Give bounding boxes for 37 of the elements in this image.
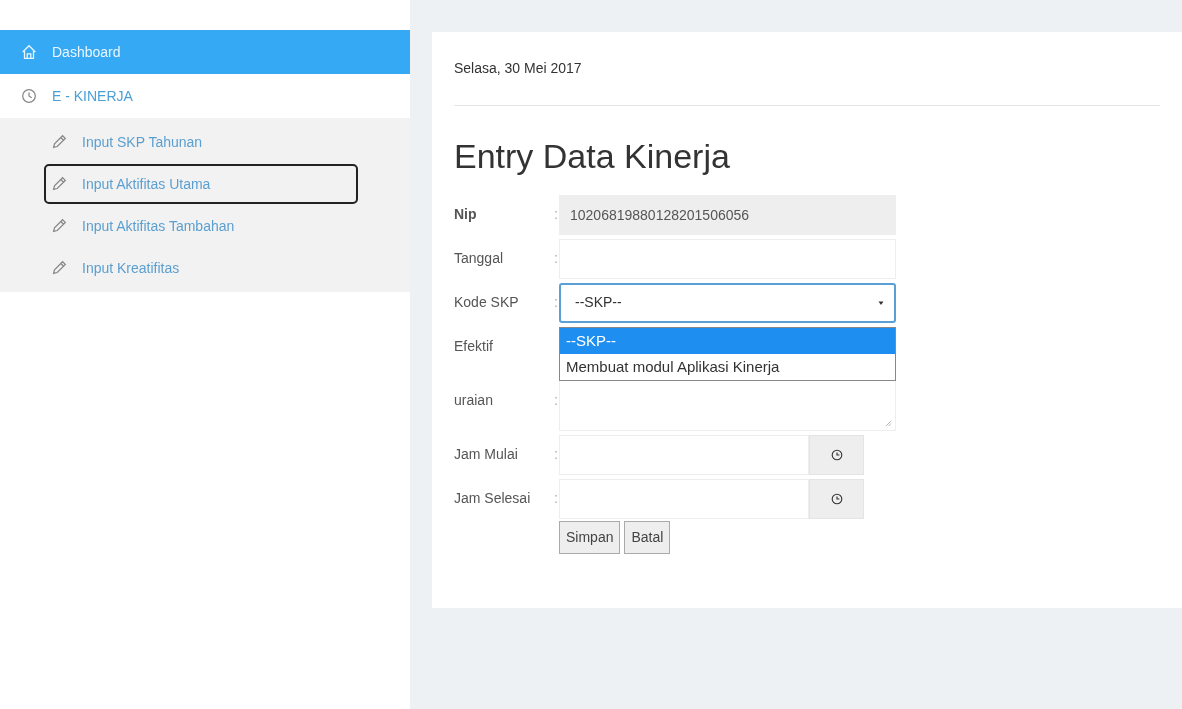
pencil-icon bbox=[50, 175, 68, 193]
date-text: Selasa, 30 Mei 2017 bbox=[454, 60, 582, 76]
field-label: Efektif bbox=[454, 337, 494, 357]
time-field[interactable] bbox=[559, 434, 809, 475]
colon: : bbox=[554, 445, 559, 465]
sidebar-item[interactable]: Dashboard bbox=[0, 30, 410, 74]
dropdown-option[interactable]: Membuat modul Aplikasi Kinerja bbox=[560, 353, 895, 380]
field-label: Jam Selesai bbox=[454, 489, 532, 509]
colon: : bbox=[554, 293, 559, 313]
field-label: Nip bbox=[454, 205, 478, 225]
input-field[interactable]: 10206819880128201506056 bbox=[559, 194, 896, 235]
sidebar-subitem[interactable]: Input Kreatifitas bbox=[44, 248, 358, 288]
sidebar-subitem[interactable]: Input Aktifitas Tambahan bbox=[44, 206, 358, 246]
pencil-icon bbox=[50, 217, 68, 235]
clock-button[interactable] bbox=[809, 434, 864, 475]
form-button[interactable]: Batal bbox=[624, 520, 671, 554]
home-icon bbox=[20, 43, 38, 61]
colon: : bbox=[554, 249, 559, 269]
colon: : bbox=[554, 489, 559, 509]
field-label: uraian bbox=[454, 391, 494, 411]
field-label: Jam Mulai bbox=[454, 445, 519, 465]
field-label: Kode SKP bbox=[454, 293, 520, 313]
time-field[interactable] bbox=[559, 478, 809, 519]
colon: : bbox=[554, 391, 559, 411]
select-field[interactable]: --SKP-- bbox=[559, 282, 896, 323]
clock-button[interactable] bbox=[809, 478, 864, 519]
pencil-icon bbox=[50, 133, 68, 151]
dropdown-option[interactable]: --SKP-- bbox=[560, 327, 895, 354]
form-button[interactable]: Simpan bbox=[559, 520, 621, 554]
sidebar-item[interactable]: E - KINERJA bbox=[0, 74, 410, 118]
pencil-icon bbox=[50, 259, 68, 277]
clock-icon bbox=[20, 87, 38, 105]
field-label: Tanggal bbox=[454, 249, 505, 269]
page-heading: Entry Data Kinerja bbox=[454, 136, 731, 177]
colon: : bbox=[554, 205, 559, 225]
sidebar-subitem[interactable]: Input Aktifitas Utama bbox=[44, 164, 358, 204]
sidebar-subitem[interactable]: Input SKP Tahunan bbox=[44, 122, 358, 162]
